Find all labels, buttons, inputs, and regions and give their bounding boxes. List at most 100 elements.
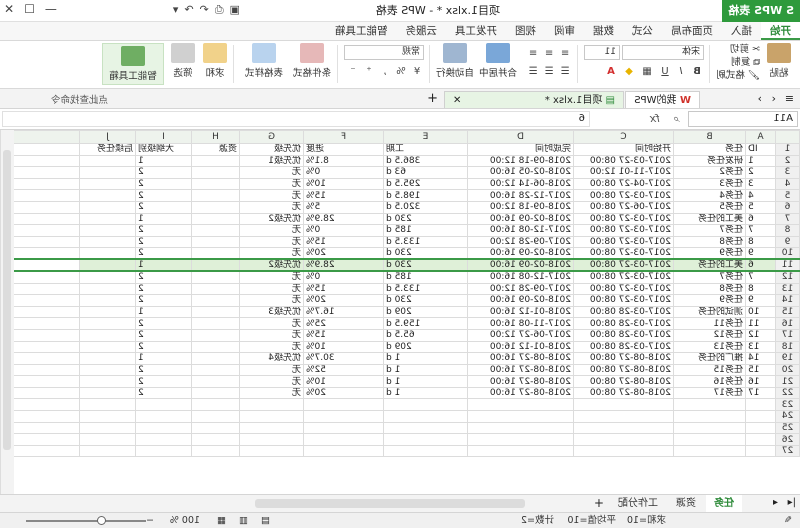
table-cell[interactable]: 2 bbox=[135, 224, 192, 237]
table-cell[interactable]: 2018-08-27 08:00 bbox=[573, 364, 674, 376]
table-cell[interactable] bbox=[13, 224, 80, 237]
table-cell[interactable] bbox=[79, 410, 136, 423]
table-cell[interactable] bbox=[13, 166, 80, 179]
sheet-tab-resources[interactable]: 资源 bbox=[668, 495, 704, 512]
table-cell[interactable] bbox=[79, 341, 136, 353]
table-cell[interactable]: 8 bbox=[745, 283, 776, 295]
table-cell[interactable]: 研发任务 bbox=[673, 155, 746, 167]
table-cell[interactable] bbox=[135, 445, 192, 457]
table-cell[interactable]: 无 bbox=[239, 247, 304, 260]
table-cell[interactable]: 15 bbox=[745, 364, 776, 376]
tab-page-layout[interactable]: 页面布局 bbox=[662, 22, 722, 40]
table-cell[interactable]: 20% bbox=[303, 294, 384, 307]
table-cell[interactable] bbox=[135, 410, 192, 423]
italic-icon[interactable]: I bbox=[674, 65, 688, 78]
table-cell[interactable]: 推广的任务 bbox=[673, 352, 746, 365]
table-cell[interactable]: 2017-12-08 16:00 bbox=[467, 224, 574, 237]
command-search-hint[interactable]: 点此查找命令 bbox=[51, 92, 108, 106]
table-cell[interactable]: 16.7% bbox=[303, 306, 384, 318]
column-header[interactable]: B bbox=[673, 130, 746, 144]
table-cell[interactable]: 20% bbox=[303, 247, 384, 260]
table-cell[interactable]: 2017-03-27 08:00 bbox=[573, 224, 674, 237]
table-cell[interactable] bbox=[573, 410, 674, 423]
table-cell[interactable]: 2018-08-27 16:00 bbox=[467, 364, 574, 376]
table-cell[interactable] bbox=[79, 329, 136, 341]
table-cell[interactable]: 开始时间 bbox=[573, 143, 674, 156]
table-cell[interactable]: 2018-02-05 16:00 bbox=[467, 166, 574, 179]
table-cell[interactable]: 2 bbox=[135, 329, 192, 341]
table-cell[interactable] bbox=[13, 155, 80, 167]
align-middle-icon[interactable]: ≡ bbox=[542, 47, 556, 60]
table-cell[interactable]: 优先级4 bbox=[239, 352, 304, 365]
table-cell[interactable] bbox=[383, 445, 468, 457]
row-header[interactable]: 5 bbox=[775, 189, 800, 202]
conditional-format-button[interactable]: 条件格式 bbox=[290, 43, 334, 85]
table-cell[interactable] bbox=[573, 398, 674, 411]
table-cell[interactable]: 2017-03-28 08:00 bbox=[573, 317, 674, 330]
table-cell[interactable]: 无 bbox=[239, 236, 304, 248]
table-cell[interactable] bbox=[191, 247, 240, 260]
table-cell[interactable] bbox=[13, 271, 80, 284]
table-cell[interactable]: 2017-09-28 12:00 bbox=[467, 236, 574, 248]
align-left-icon[interactable]: ☰ bbox=[558, 65, 572, 78]
sheet-tab-assignments[interactable]: 工作分配 bbox=[610, 495, 666, 512]
table-cell[interactable]: 2018-08-27 08:00 bbox=[573, 387, 674, 399]
table-cell[interactable]: 17 bbox=[745, 387, 776, 399]
table-cell[interactable]: 2 bbox=[135, 283, 192, 295]
row-header[interactable]: 2 bbox=[775, 155, 800, 167]
table-cell[interactable]: 1 bbox=[135, 213, 192, 225]
paste-button[interactable]: 粘贴 bbox=[762, 43, 796, 85]
table-cell[interactable]: 20% bbox=[303, 387, 384, 399]
table-cell[interactable] bbox=[467, 410, 574, 423]
table-cell[interactable]: 美工的任务 bbox=[673, 259, 746, 272]
table-cell[interactable]: 无 bbox=[239, 283, 304, 295]
close-icon[interactable]: ✕ bbox=[4, 2, 14, 16]
table-cell[interactable] bbox=[673, 398, 746, 411]
table-cell[interactable]: 2017-03-27 08:00 bbox=[573, 294, 674, 307]
table-cell[interactable]: 2017-06-27 12:00 bbox=[467, 329, 574, 341]
table-cell[interactable] bbox=[191, 422, 240, 434]
cell-table[interactable]: ABCDEFGHIJ 1 ID 任务 开始时间 完成时间 工期 进度 优先级 资源 大纲级别 后续任… bbox=[8, 130, 800, 457]
table-cell[interactable]: 2 bbox=[135, 201, 192, 214]
table-cell[interactable] bbox=[467, 445, 574, 457]
table-cell[interactable] bbox=[13, 422, 80, 434]
table-cell[interactable] bbox=[573, 445, 674, 457]
table-cell[interactable] bbox=[13, 445, 80, 457]
column-header[interactable]: E bbox=[383, 130, 468, 144]
font-size-select[interactable]: 11 bbox=[584, 45, 620, 60]
table-cell[interactable]: 优先级2 bbox=[239, 259, 304, 272]
table-cell[interactable] bbox=[135, 398, 192, 411]
table-cell[interactable] bbox=[303, 398, 384, 411]
tab-view[interactable]: 视图 bbox=[506, 22, 545, 40]
table-cell[interactable]: 1 bbox=[135, 155, 192, 167]
table-cell[interactable]: 230 d bbox=[383, 259, 468, 272]
table-cell[interactable] bbox=[191, 341, 240, 353]
row-header[interactable]: 13 bbox=[775, 283, 800, 295]
table-cell[interactable]: 2017-03-27 08:00 bbox=[573, 247, 674, 260]
table-cell[interactable]: 2 bbox=[135, 294, 192, 307]
table-cell[interactable]: 15% bbox=[303, 283, 384, 295]
table-cell[interactable]: 2017-03-27 08:00 bbox=[573, 189, 674, 202]
tab-cloud[interactable]: 云服务 bbox=[397, 22, 447, 40]
filter-button[interactable]: 筛选 bbox=[168, 43, 198, 85]
bold-icon[interactable]: B bbox=[690, 65, 704, 78]
table-cell[interactable]: 5 bbox=[745, 201, 776, 214]
table-cell[interactable]: 0% bbox=[303, 224, 384, 237]
prev-sheet-icon[interactable]: ◂ bbox=[773, 497, 778, 508]
table-cell[interactable]: 2017-03-28 08:00 bbox=[573, 306, 674, 318]
underline-icon[interactable]: U bbox=[658, 65, 672, 78]
table-cell[interactable]: 295.5 d bbox=[383, 178, 468, 190]
table-cell[interactable]: 0% bbox=[303, 271, 384, 284]
table-cell[interactable]: 2 bbox=[135, 364, 192, 376]
table-cell[interactable]: 2017-12-08 16:00 bbox=[467, 271, 574, 284]
close-tab-icon[interactable]: ✕ bbox=[453, 92, 461, 109]
tab-developer[interactable]: 开发工具 bbox=[446, 22, 506, 40]
table-cell[interactable]: 大纲级别 bbox=[135, 143, 192, 156]
table-cell[interactable] bbox=[13, 247, 80, 260]
row-header[interactable]: 17 bbox=[775, 329, 800, 341]
table-cell[interactable]: 2018-01-12 16:00 bbox=[467, 306, 574, 318]
row-header[interactable]: 9 bbox=[775, 236, 800, 248]
table-cell[interactable]: 2 bbox=[135, 341, 192, 353]
thousands-icon[interactable]: , bbox=[378, 65, 392, 78]
table-cell[interactable] bbox=[191, 283, 240, 295]
